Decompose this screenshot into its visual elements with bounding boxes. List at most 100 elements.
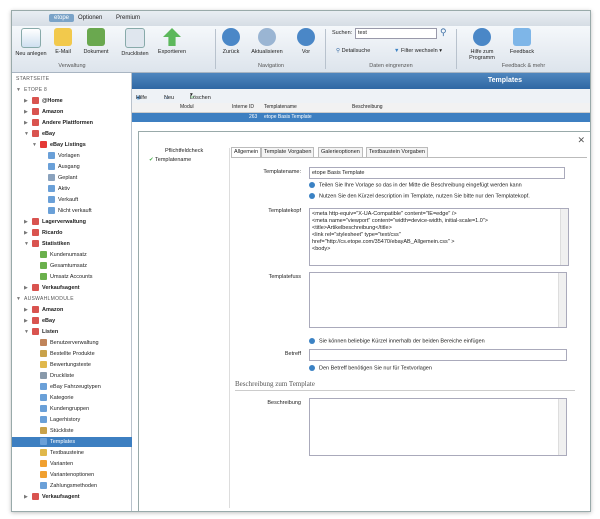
chevron-down-icon[interactable]: ▼ (16, 294, 24, 304)
menu-optionen[interactable]: Optionen (78, 15, 102, 21)
sidebar-item[interactable]: Gesamtumsatz (12, 261, 151, 271)
col-interne-id[interactable]: Interne ID (232, 104, 254, 110)
print-lists-button[interactable]: Drucklisten (119, 28, 151, 57)
sidebar-item[interactable]: Kundenumsatz (12, 250, 151, 260)
betreff-input[interactable] (309, 349, 567, 361)
sidebar-item[interactable]: ▶ Lagerverwaltung (12, 217, 143, 227)
menu-etope[interactable]: etope (49, 14, 75, 22)
sidebar-item[interactable]: ▼ eBay Listings (12, 140, 151, 150)
sidebar-item[interactable]: ▶ Amazon (12, 305, 143, 315)
chevron-right-icon[interactable]: ▶ (24, 492, 32, 502)
sidebar-item[interactable]: Templates (12, 437, 151, 447)
menu-premium[interactable]: Premium (116, 15, 140, 21)
folder-icon (40, 416, 47, 424)
delete-link[interactable]: ✂ Löschen ▾ (190, 92, 211, 101)
sidebar-item[interactable]: Stückliste (12, 426, 151, 436)
tab-allgemein[interactable]: Allgemein (231, 147, 262, 157)
document-button[interactable]: Dokument (80, 28, 112, 55)
chevron-right-icon[interactable]: ▶ (24, 217, 32, 227)
sidebar-item[interactable]: Zahlungsmethoden (12, 481, 151, 491)
col-beschreibung[interactable]: Beschreibung (352, 104, 383, 110)
close-icon[interactable]: ✕ (577, 135, 585, 146)
main-panel: Templates ◉ Hilfe ▭ Neu ✂ Löschen ▾ Modu… (132, 73, 590, 511)
scrollbar[interactable] (558, 399, 566, 455)
cell-templatename: etope Basis Template (264, 114, 312, 120)
sidebar-item[interactable]: ▶ Ricardo (12, 228, 143, 238)
chevron-down-icon[interactable]: ▼ (24, 327, 32, 337)
sidebar-item-label: Gesamtumsatz (50, 263, 87, 269)
templatefuss-label: Templatefuss (268, 274, 301, 280)
home-icon (32, 284, 39, 292)
back-button[interactable]: Zurück (219, 28, 243, 55)
chevron-down-icon[interactable]: ▼ (16, 85, 24, 95)
sidebar-item[interactable]: ▶ eBay (12, 316, 143, 326)
sidebar-item[interactable]: Variantenoptionen (12, 470, 151, 480)
tab-galerieoptionen[interactable]: Galerieoptionen (318, 147, 363, 157)
search-input[interactable]: test (355, 28, 437, 39)
code-line: <link rel="stylesheet" type="text/css" (312, 232, 401, 238)
sidebar-item[interactable]: ▼ Listen (12, 327, 143, 337)
sidebar-item[interactable]: ▶ @Home (12, 96, 143, 106)
chevron-right-icon[interactable]: ▶ (24, 118, 32, 128)
sidebar-item-label: eBay Listings (50, 142, 86, 148)
sidebar-item[interactable]: Benutzerverwaltung (12, 338, 151, 348)
required-check-item[interactable]: ✔ Templatename (149, 157, 191, 163)
chevron-right-icon[interactable]: ▶ (24, 96, 32, 106)
sidebar-item[interactable]: Textbausteine (12, 448, 151, 458)
chevron-right-icon[interactable]: ▶ (24, 316, 32, 326)
sidebar-item-label: Listen (42, 329, 59, 335)
sidebar-item[interactable]: ▼ eBay (12, 129, 143, 139)
chevron-down-icon[interactable]: ▼ (24, 129, 32, 139)
tab-textbaustein-vorgaben[interactable]: Textbaustein Vorgaben (366, 147, 428, 157)
feedback-button[interactable]: Feedback (508, 28, 536, 55)
chevron-down-icon[interactable]: ▼ (32, 140, 40, 150)
templatekopf-textarea[interactable]: <meta http-equiv="X-UA-Compatible" conte… (309, 208, 569, 266)
tab-template-vorgaben[interactable]: Template Vorgaben (261, 147, 315, 157)
help-program-button[interactable]: Hilfe zum Programm (459, 28, 505, 61)
chevron-down-icon[interactable]: ▼ (24, 239, 32, 249)
sidebar-item[interactable]: Druckliste (12, 371, 151, 381)
sidebar-item[interactable]: Kategorie (12, 393, 151, 403)
sidebar-item-label: AUSWAHLMODULE (24, 296, 74, 302)
sidebar-item[interactable]: Umsatz Accounts (12, 272, 151, 282)
sidebar-item[interactable]: eBay Fahrzeugtypen (12, 382, 151, 392)
detail-search-button[interactable]: ⚲ Detailsuche (336, 48, 370, 54)
refresh-button[interactable]: Aktualisieren (248, 28, 286, 55)
forward-button[interactable]: Vor (295, 28, 317, 55)
sidebar-item[interactable]: ▶ Verkaufsagent (12, 492, 143, 502)
sidebar-item-label: Kundengruppen (50, 406, 90, 412)
filter-toggle-button[interactable]: ▼ Filter wechseln ▾ (394, 48, 442, 54)
col-templatename[interactable]: Templatename (264, 104, 297, 110)
sidebar-item[interactable]: ▶ Andere Plattformen (12, 118, 143, 128)
chevron-right-icon[interactable]: ▶ (24, 228, 32, 238)
table-row[interactable]: 263 etope Basis Template (132, 113, 590, 122)
scrollbar[interactable] (558, 273, 566, 327)
sidebar-item[interactable]: Lagerhistory (12, 415, 151, 425)
sidebar-item[interactable]: Varianten (12, 459, 151, 469)
sidebar-item[interactable]: ▶ Verkaufsagent (12, 283, 143, 293)
sidebar-item-label: Vorlagen (58, 153, 80, 159)
sidebar-item[interactable]: ▶ Amazon (12, 107, 143, 117)
chevron-right-icon[interactable]: ▶ (24, 283, 32, 293)
sidebar-item[interactable]: Kundengruppen (12, 404, 151, 414)
col-modul[interactable]: Modul (180, 104, 194, 110)
sidebar-item-label: Andere Plattformen (42, 120, 94, 126)
sidebar-item[interactable]: ▼ Statistiken (12, 239, 143, 249)
home-icon (32, 317, 39, 325)
beschreibung-textarea[interactable] (309, 398, 567, 456)
document-icon (87, 28, 105, 46)
chevron-right-icon[interactable]: ▶ (24, 305, 32, 315)
sidebar-item-label: Bewertungstexte (50, 362, 91, 368)
sidebar-item[interactable]: Bewertungstexte (12, 360, 151, 370)
chevron-right-icon[interactable]: ▶ (24, 107, 32, 117)
sidebar-item[interactable]: Bestellte Produkte (12, 349, 151, 359)
folder-icon (48, 152, 55, 160)
email-button[interactable]: E-Mail (50, 28, 76, 55)
cell-id: 263 (249, 114, 258, 120)
export-button[interactable]: Exportieren (155, 28, 189, 55)
search-icon[interactable]: ⚲ (440, 27, 447, 38)
templatefuss-textarea[interactable] (309, 272, 567, 328)
templatename-input[interactable]: etope Basis Template (309, 167, 565, 179)
scrollbar[interactable] (560, 209, 568, 265)
new-button[interactable]: Neu anlegen (15, 28, 47, 57)
